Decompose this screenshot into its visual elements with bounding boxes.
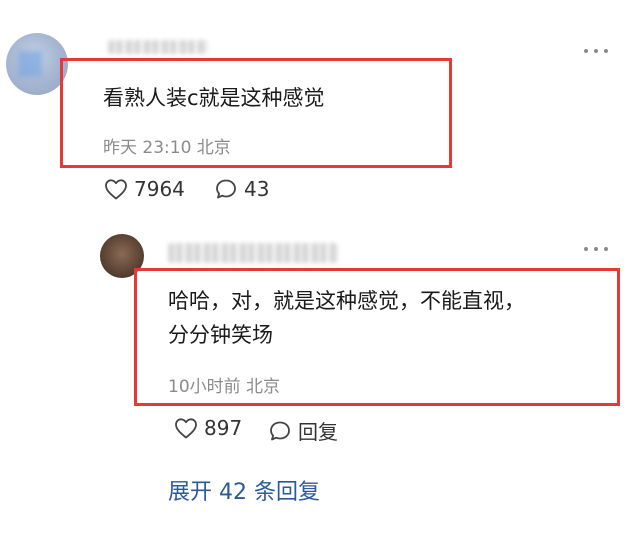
username-blurred[interactable] (168, 243, 338, 263)
reply-text-line2: 分分钟笑场 (168, 323, 273, 347)
reply-count: 43 (244, 177, 270, 201)
like-count: 7964 (134, 177, 185, 201)
like-button[interactable]: 897 (174, 416, 242, 440)
reply-meta: 10小时前 北京 (168, 377, 281, 397)
heart-icon (175, 418, 197, 439)
more-icon[interactable] (584, 244, 608, 254)
comment-button[interactable]: 43 (214, 177, 269, 201)
like-count: 897 (204, 416, 243, 440)
comment-icon (270, 421, 290, 440)
heart-icon (105, 179, 127, 200)
expand-replies-link[interactable]: 展开 42 条回复 (168, 474, 320, 506)
reply-label: 回复 (298, 420, 338, 444)
reply-button[interactable]: 回复 (268, 416, 338, 445)
comment-text: 看熟人装c就是这种感觉 (103, 86, 325, 110)
username-blurred[interactable] (108, 40, 208, 54)
avatar[interactable] (6, 33, 68, 95)
more-icon[interactable] (584, 46, 608, 56)
like-button[interactable]: 7964 (104, 177, 185, 201)
comment-icon (216, 179, 236, 199)
reply-text-line1: 哈哈，对，就是这种感觉，不能直视， (168, 289, 525, 313)
comment-meta: 昨天 23:10 北京 (103, 138, 231, 158)
